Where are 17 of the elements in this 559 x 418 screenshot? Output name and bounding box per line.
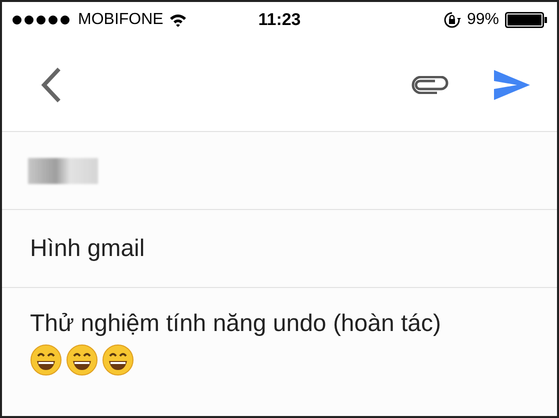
- battery-icon: [505, 12, 547, 28]
- grinning-face-icon: [66, 344, 98, 376]
- back-icon: [40, 66, 62, 102]
- subject-text[interactable]: Hình gmail: [30, 230, 145, 266]
- grinning-face-icon: [102, 344, 134, 376]
- rotation-lock-icon: [442, 11, 461, 29]
- grinning-face-icon: [30, 344, 62, 376]
- message-body[interactable]: Thử nghiệm tính năng undo (hoàn tác): [30, 308, 529, 340]
- attach-button[interactable]: [409, 74, 451, 96]
- wifi-icon: [169, 13, 188, 27]
- carrier-name: MOBIFONE: [78, 10, 164, 30]
- battery-percentage: 99%: [466, 10, 499, 30]
- paperclip-icon: [411, 76, 449, 94]
- blurred-recipient: [28, 158, 98, 184]
- send-icon: [493, 70, 531, 100]
- signal-strength-icon: [12, 15, 72, 25]
- clock-time: 11:23: [257, 9, 302, 32]
